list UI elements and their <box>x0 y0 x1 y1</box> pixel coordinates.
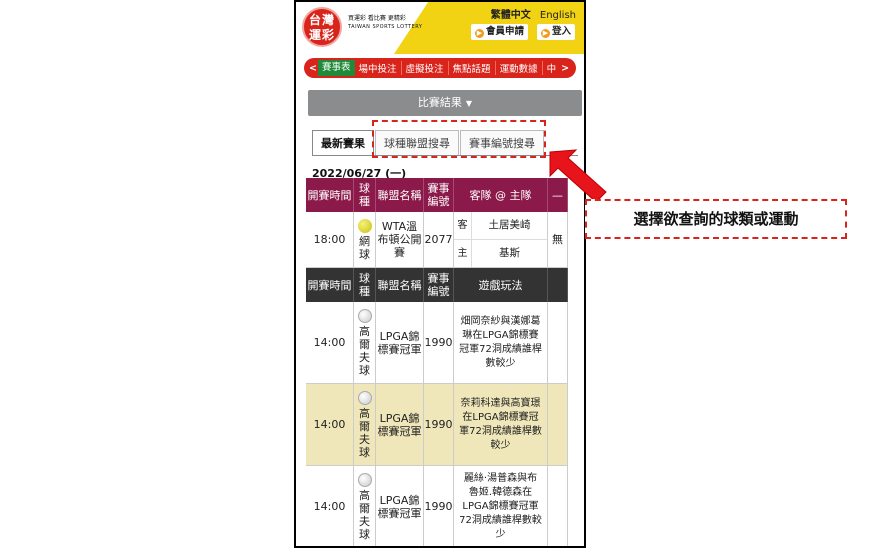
row-time: 14:00 <box>306 466 354 546</box>
row-play: 奈莉科達與高寶璟在LPGA錦標賽冠軍72洞成績誰桿數較少 <box>454 384 548 465</box>
lang-en-link[interactable]: English <box>540 10 576 21</box>
nav-tab-more[interactable]: 中 <box>543 61 561 75</box>
nav-tab-stats[interactable]: 運動數據 <box>496 61 543 75</box>
header-start-time: 開賽時間 <box>306 178 354 212</box>
row-time: 18:00 <box>306 212 354 267</box>
header-sport: 球種 <box>354 268 376 302</box>
header-play-type: 遊戲玩法 <box>454 268 548 302</box>
row-play: 麗絲·湯普森與布魯姬.韓德森在LPGA錦標賽冠軍72洞成績誰桿數較少 <box>454 466 548 546</box>
away-tag: 客 <box>454 212 472 240</box>
lang-zh-link[interactable]: 繁體中文 <box>491 10 531 21</box>
nav-next-button[interactable]: > <box>560 63 570 74</box>
caret-down-icon: ▼ <box>465 99 473 108</box>
table-header: 開賽時間 球種 聯盟名稱 賽事編號 客隊 @ 主隊 — <box>306 178 568 212</box>
header-teams: 客隊 @ 主隊 <box>454 178 548 212</box>
row-league: LPGA錦標賽冠軍 <box>376 384 424 465</box>
table-row[interactable]: 18:00 網球 WTA溫布頓公開賽 2077 客 土居美崎 主 基斯 無 <box>306 212 568 268</box>
results-table: 開賽時間 球種 聯盟名稱 賽事編號 客隊 @ 主隊 — 18:00 網球 WTA… <box>306 178 568 546</box>
home-tag: 主 <box>454 240 472 267</box>
logo[interactable]: 台灣 運彩 <box>302 7 342 47</box>
annotation-callout: 選擇欲查詢的球類或運動 <box>585 199 847 239</box>
phone-frame: 台灣 運彩 買運彩 看比賽 更精彩 TAIWAN SPORTS LOTTERY … <box>294 0 586 548</box>
header-extra <box>548 268 568 302</box>
table-row[interactable]: 14:00 高爾夫球 LPGA錦標賽冠軍 1990 麗絲·湯普森與布魯姬.韓德森… <box>306 466 568 546</box>
highlight-box <box>372 120 546 158</box>
nav-tab-live[interactable]: 場中投注 <box>355 61 402 75</box>
nav-prev-button[interactable]: < <box>308 63 318 74</box>
row-play: 畑岡奈紗與漢娜葛琳在LPGA錦標賽冠軍72洞成績誰桿數較少 <box>454 302 548 383</box>
nav-tab-focus[interactable]: 焦點話題 <box>449 61 496 75</box>
table-row[interactable]: 14:00 高爾夫球 LPGA錦標賽冠軍 1990 奈莉科達與高寶璟在LPGA錦… <box>306 384 568 466</box>
tennis-ball-icon <box>357 218 372 233</box>
row-code: 1990 <box>424 384 454 465</box>
header-league: 聯盟名稱 <box>376 178 424 212</box>
tab-latest-results[interactable]: 最新賽果 <box>312 130 374 155</box>
header-start-time: 開賽時間 <box>306 268 354 302</box>
nav-tab-virtual[interactable]: 虛擬投注 <box>402 61 449 75</box>
arrow-right-icon: ▶ <box>541 29 550 38</box>
table-row[interactable]: 14:00 高爾夫球 LPGA錦標賽冠軍 1990 畑岡奈紗與漢娜葛琳在LPGA… <box>306 302 568 384</box>
row-teams: 客 土居美崎 主 基斯 <box>454 212 548 267</box>
row-sport: 網球 <box>354 212 376 267</box>
header-code: 賽事編號 <box>424 178 454 212</box>
main-nav: < 賽事表 場中投注 虛擬投注 焦點話題 運動數據 中 > <box>304 58 576 78</box>
table-header: 開賽時間 球種 聯盟名稱 賽事編號 遊戲玩法 <box>306 268 568 302</box>
row-sport: 高爾夫球 <box>354 384 376 465</box>
arrow-right-icon: ▶ <box>475 29 484 38</box>
home-team: 基斯 <box>499 247 520 260</box>
row-code: 1990 <box>424 302 454 383</box>
away-team: 土居美崎 <box>488 219 531 232</box>
golf-ball-icon <box>357 472 372 487</box>
row-sport: 高爾夫球 <box>354 302 376 383</box>
header-league: 聯盟名稱 <box>376 268 424 302</box>
login-button[interactable]: ▶ 登入 <box>537 24 576 40</box>
row-league: LPGA錦標賽冠軍 <box>376 302 424 383</box>
golf-ball-icon <box>357 390 372 405</box>
member-signup-button[interactable]: ▶ 會員申請 <box>471 24 529 40</box>
header-code: 賽事編號 <box>424 268 454 302</box>
results-dropdown[interactable]: 比賽結果 ▼ <box>308 90 582 116</box>
nav-tab-schedule[interactable]: 賽事表 <box>318 60 355 76</box>
row-league: LPGA錦標賽冠軍 <box>376 466 424 546</box>
header-sport: 球種 <box>354 178 376 212</box>
row-league: WTA溫布頓公開賽 <box>376 212 424 267</box>
row-code: 1990 <box>424 466 454 546</box>
brand-text: 買運彩 看比賽 更精彩 TAIWAN SPORTS LOTTERY <box>348 15 423 30</box>
golf-ball-icon <box>357 308 372 323</box>
row-code: 2077 <box>424 212 454 267</box>
site-header: 台灣 運彩 買運彩 看比賽 更精彩 TAIWAN SPORTS LOTTERY … <box>296 2 584 54</box>
row-time: 14:00 <box>306 302 354 383</box>
language-switch: 繁體中文 English <box>485 6 576 21</box>
row-sport: 高爾夫球 <box>354 466 376 546</box>
row-time: 14:00 <box>306 384 354 465</box>
row-extra: 無 <box>548 212 568 267</box>
